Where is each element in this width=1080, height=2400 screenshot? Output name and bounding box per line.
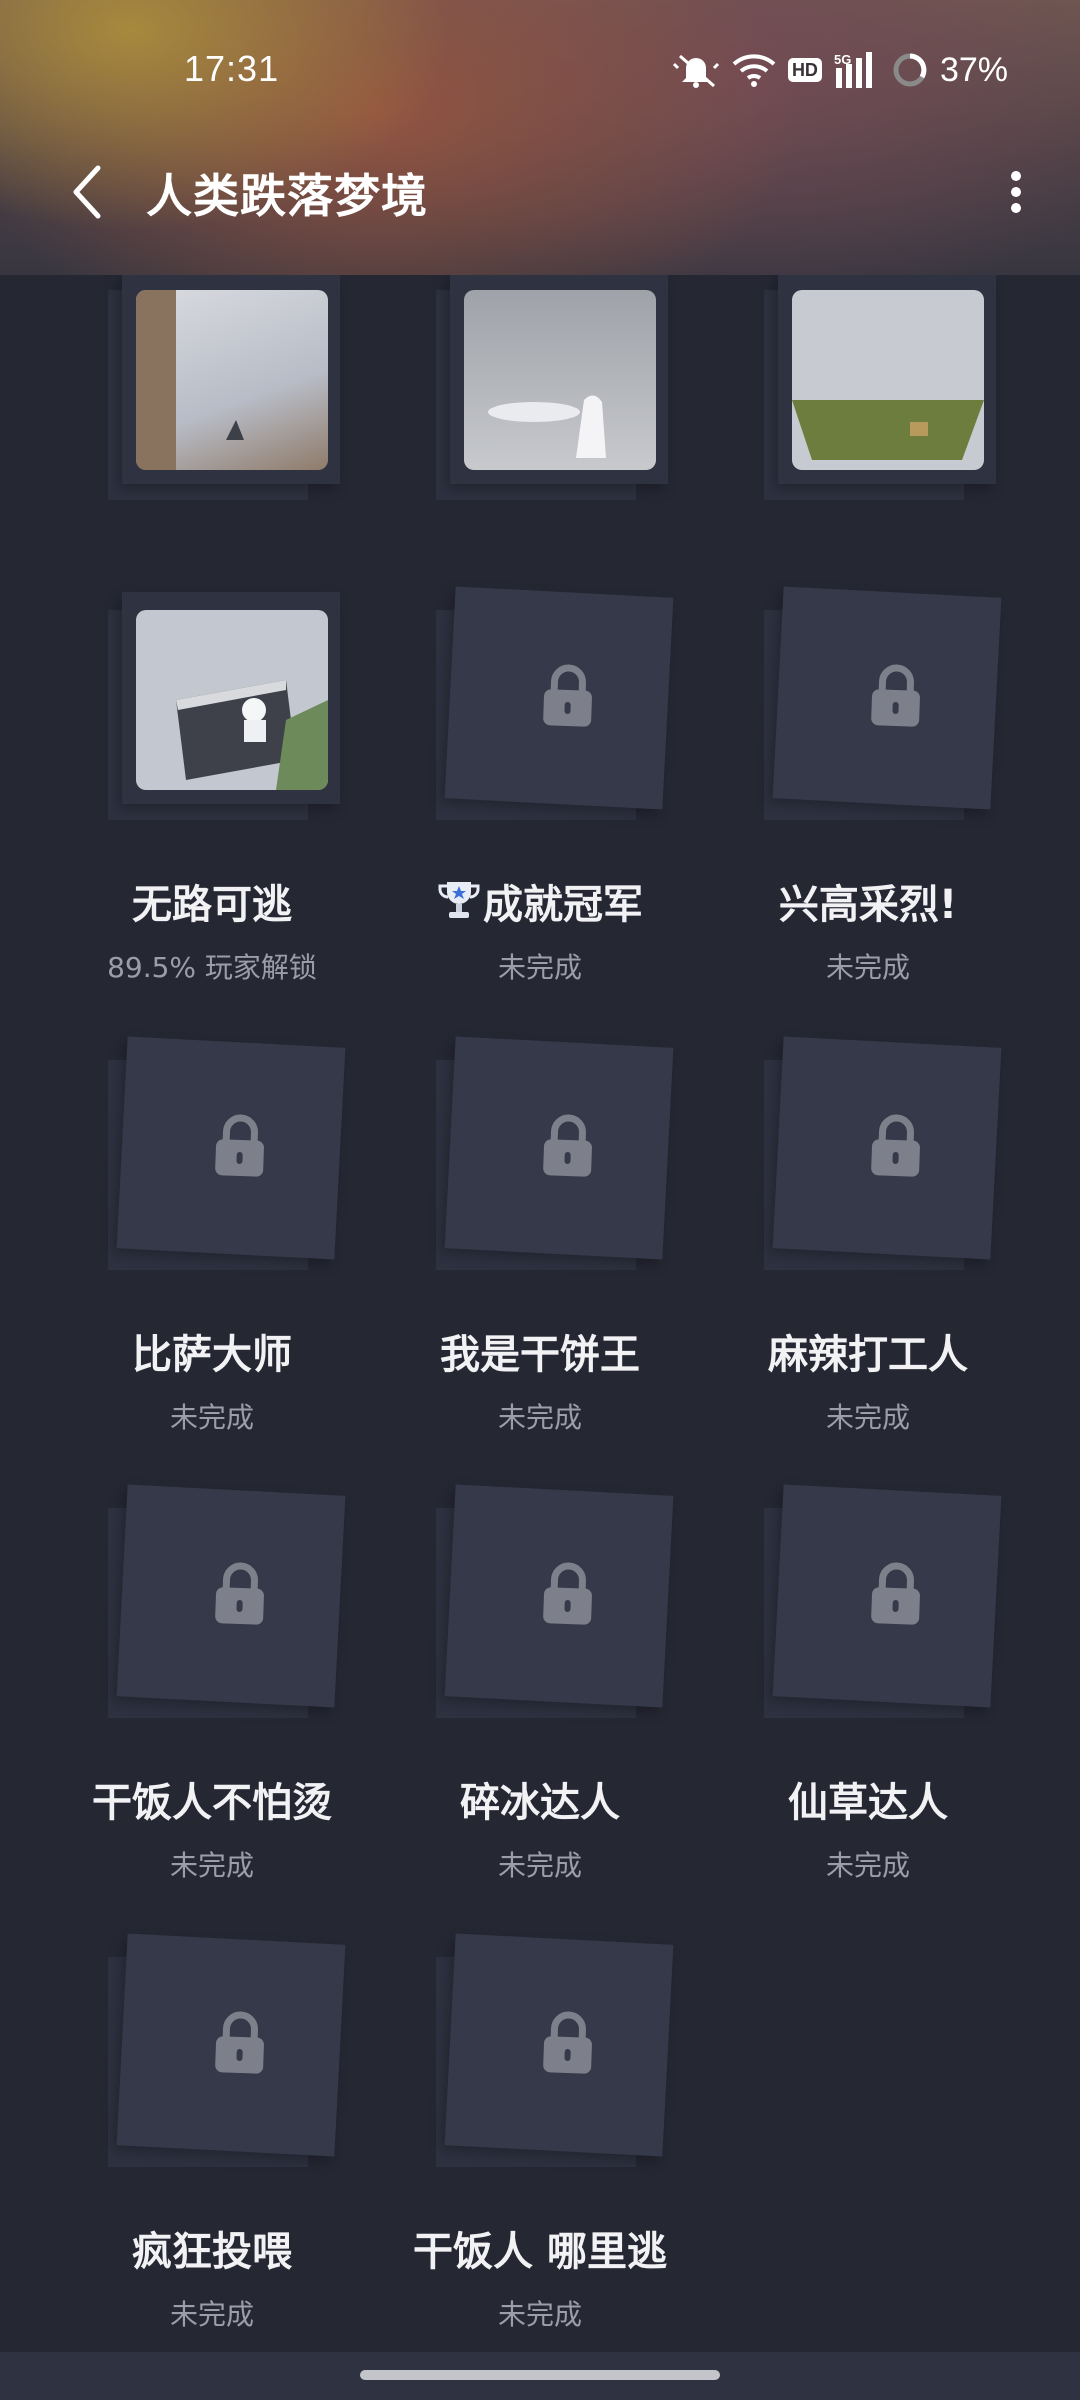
achievement-title: 仙草达人 [788,1780,948,1826]
achievement-card[interactable]: 无路可逃 89.5% 玩家解锁 [48,590,376,1010]
wifi-icon [732,54,776,87]
achievement-title: 疯狂投喂 [132,2229,292,2275]
status-icons: HD 5G 37% [672,48,1008,92]
lock-icon [543,1562,592,1625]
achievement-thumbnail [764,586,1002,830]
achievement-status: 未完成 [825,951,910,984]
achievement-thumbnail [436,1933,674,2177]
lock-icon [871,1562,920,1625]
achievement-card[interactable]: 兴高采烈! 未完成 [704,586,1032,1010]
screenshot-image [464,290,656,470]
achievement-status: 未完成 [825,1401,910,1434]
achievement-title: 兴高采烈! [778,882,958,928]
achievement-thumbnail [436,1484,674,1728]
achievement-card[interactable]: 干饭人 哪里逃 未完成 [376,1933,704,2357]
achievement-title: 麻辣打工人 [768,1332,968,1378]
achievement-thumbnail [764,270,996,510]
more-options-button[interactable] [988,162,1044,222]
achievement-status: 未完成 [497,2298,582,2331]
status-bar: 17:31 HD 5G 37% [0,0,1080,140]
achievement-card[interactable]: 麻辣打工人 未完成 [704,1036,1032,1460]
signal-icon: 5G [834,52,872,88]
achievement-unlock-rate: 89.5% 玩家解锁 [107,951,317,984]
home-indicator[interactable] [360,2370,720,2380]
more-vertical-icon [1011,171,1021,213]
screenshot-image [136,290,328,470]
achievement-title: 成就冠军 [376,872,704,930]
achievement-thumbnail [108,1484,346,1728]
achievement-status: 未完成 [825,1849,910,1882]
achievement-status: 未完成 [497,951,582,984]
achievement-card[interactable]: 我是干饼王 未完成 [376,1036,704,1460]
achievement-thumbnail [108,590,340,830]
achievement-thumbnail [436,1036,674,1280]
page-title: 人类跌落梦境 [146,169,428,223]
achievement-title: 干饭人不怕烫 [92,1780,332,1826]
achievement-thumbnail [108,1933,346,2177]
chevron-left-icon [73,165,101,219]
achievement-title: 干饭人 哪里逃 [413,2229,667,2275]
status-time: 17:31 [184,48,280,89]
achievement-thumbnail [764,1484,1002,1728]
achievement-thumbnail [764,1036,1002,1280]
achievement-status: 未完成 [169,1401,254,1434]
achievement-status: 未完成 [497,1849,582,1882]
achievement-title: 无路可逃 [132,882,292,928]
app-header: 17:31 HD 5G 37% 人类跌落梦境 [0,0,1080,275]
achievement-card[interactable]: 干饭人不怕烫 未完成 [48,1484,376,1908]
battery-percentage: 37% [939,50,1008,89]
lock-icon [543,1114,592,1177]
lock-icon [543,664,592,727]
achievement-card[interactable]: 疯狂投喂 未完成 [48,1933,376,2357]
mute-icon [672,54,719,88]
achievement-status: 未完成 [169,2298,254,2331]
achievement-card[interactable]: 比萨大师 未完成 [48,1036,376,1460]
trophy-icon [438,882,480,918]
achievement-thumbnail [108,270,340,510]
achievement-status: 未完成 [169,1849,254,1882]
hd-badge: HD [787,58,822,82]
gesture-navigation-bar [0,2352,1080,2400]
lock-icon [215,1114,264,1177]
achievement-thumbnail [436,270,668,510]
lock-icon [871,1114,920,1177]
lock-icon [871,664,920,727]
achievement-card[interactable]: 成就冠军 未完成 [376,586,704,1010]
achievement-title: 比萨大师 [132,1332,292,1378]
achievement-thumbnail [108,1036,346,1280]
achievement-title: 碎冰达人 [460,1780,620,1826]
screenshot-image [136,610,328,790]
achievement-title-text: 成就冠军 [483,882,643,928]
achievement-card[interactable]: 仙草达人 未完成 [704,1484,1032,1908]
back-button[interactable] [60,164,116,220]
navigation-bar: 人类跌落梦境 [0,140,1080,240]
lock-icon [215,1562,264,1625]
achievement-status: 未完成 [497,1401,582,1434]
lock-icon [215,2011,264,2074]
battery-icon [893,53,927,87]
achievement-card[interactable]: 碎冰达人 未完成 [376,1484,704,1908]
achievement-title: 我是干饼王 [440,1332,640,1378]
screenshot-image [792,290,984,470]
lock-icon [543,2011,592,2074]
achievement-thumbnail [436,586,674,830]
